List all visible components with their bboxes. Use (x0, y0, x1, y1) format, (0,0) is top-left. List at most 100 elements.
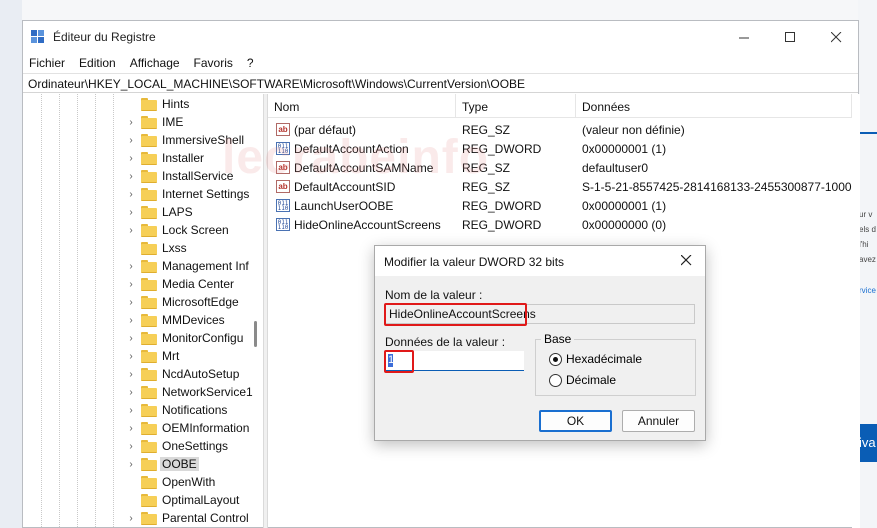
tree-item[interactable]: Hints (125, 95, 254, 113)
background-top-strip (22, 0, 858, 22)
tree-guide-line (113, 94, 114, 528)
ok-button[interactable]: OK (539, 410, 612, 432)
tree-item[interactable]: › OneSettings (125, 437, 254, 455)
column-header-data[interactable]: Données (576, 94, 852, 118)
tree-item[interactable]: OpenWith (125, 473, 254, 491)
value-data-label: Données de la valeur : (385, 335, 506, 349)
chevron-right-icon[interactable]: › (125, 405, 137, 416)
dialog-close-button[interactable] (675, 251, 697, 271)
radio-hexadecimal[interactable]: Hexadécimale (549, 351, 699, 367)
chevron-right-icon[interactable]: › (125, 351, 137, 362)
tree-item-label: NcdAutoSetup (162, 367, 240, 381)
highlight-box (384, 350, 414, 373)
key-tree[interactable]: Hints › IME › ImmersiveShell › Installer › Insta… (23, 94, 254, 528)
menu-edition[interactable]: Edition (73, 53, 124, 73)
chevron-right-icon[interactable]: › (125, 333, 137, 344)
tree-item-label: OOBE (160, 457, 199, 471)
tree-item-label: Mrt (162, 349, 180, 363)
tree-item[interactable]: › Notifications (125, 401, 254, 419)
chevron-right-icon[interactable]: › (125, 513, 137, 524)
tree-item[interactable]: › Parental Control (125, 509, 254, 527)
cancel-button[interactable]: Annuler (622, 410, 695, 432)
folder-icon (141, 476, 157, 489)
background-link[interactable]: rvice (859, 286, 877, 295)
value-name-label: Nom de la valeur : (385, 288, 483, 302)
tree-item[interactable]: › Media Center (125, 275, 254, 293)
menu-bar: Fichier Edition Affichage Favoris ? (23, 53, 858, 73)
highlight-box (384, 303, 527, 326)
dialog-title-bar[interactable]: Modifier la valeur DWORD 32 bits (375, 246, 705, 276)
tree-item-label: Internet Settings (162, 187, 250, 201)
value-data: 0x00000001 (1) (582, 199, 667, 213)
chevron-right-icon[interactable]: › (125, 117, 137, 128)
tree-item[interactable]: › MMDevices (125, 311, 254, 329)
tree-item[interactable]: › NetworkService1 (125, 383, 254, 401)
folder-icon (141, 170, 157, 183)
tree-item[interactable]: › OEMInformation (125, 419, 254, 437)
folder-icon (141, 422, 157, 435)
close-icon (680, 254, 691, 266)
tree-item[interactable]: › Internet Settings (125, 185, 254, 203)
tree-item[interactable]: › LAPS (125, 203, 254, 221)
chevron-right-icon[interactable]: › (125, 225, 137, 236)
chevron-right-icon[interactable]: › (125, 207, 137, 218)
tree-item[interactable]: › MicrosoftEdge (125, 293, 254, 311)
chevron-right-icon[interactable]: › (125, 423, 137, 434)
tree-item-label: OpenWith (162, 475, 216, 489)
column-header-type[interactable]: Type (456, 94, 576, 118)
value-row[interactable]: 011 110 HideOnlineAccountScreens REG_DWORD… (268, 216, 852, 235)
folder-icon (141, 206, 157, 219)
tree-item-label: IME (162, 115, 184, 129)
menu-favoris[interactable]: Favoris (188, 53, 241, 73)
chevron-right-icon[interactable]: › (125, 441, 137, 452)
tree-item[interactable]: › Mrt (125, 347, 254, 365)
chevron-right-icon[interactable]: › (125, 261, 137, 272)
tree-item[interactable]: OptimalLayout (125, 491, 254, 509)
chevron-right-icon[interactable]: › (125, 459, 137, 470)
tree-item-label: Notifications (162, 403, 228, 417)
tree-item[interactable]: › OOBE (125, 455, 254, 473)
background-accent-line (858, 132, 877, 134)
background-text: els d (859, 225, 876, 234)
base-groupbox-title: Base (541, 332, 575, 346)
chevron-right-icon[interactable]: › (125, 297, 137, 308)
value-data: defaultuser0 (582, 161, 649, 175)
title-bar[interactable]: Éditeur du Registre (23, 21, 858, 53)
tree-item[interactable]: › IME (125, 113, 254, 131)
background-button[interactable]: iva (858, 424, 877, 462)
chevron-right-icon[interactable]: › (125, 315, 137, 326)
binary-value-icon: 011 110 (276, 218, 290, 231)
chevron-right-icon[interactable]: › (125, 171, 137, 182)
minimize-button[interactable] (721, 21, 767, 53)
chevron-right-icon[interactable]: › (125, 189, 137, 200)
radio-unchecked-icon (549, 373, 562, 387)
radio-decimal[interactable]: Décimale (549, 372, 699, 388)
close-button[interactable] (813, 21, 859, 53)
values-scrollbar[interactable] (852, 94, 860, 528)
tree-item[interactable]: Lxss (125, 239, 254, 257)
folder-icon (141, 224, 157, 237)
address-bar[interactable]: Ordinateur\HKEY_LOCAL_MACHINE\SOFTWARE\M… (23, 73, 858, 93)
tree-item-label: Lock Screen (162, 223, 229, 237)
tree-item[interactable]: › Lock Screen (125, 221, 254, 239)
chevron-right-icon[interactable]: › (125, 135, 137, 146)
tree-item[interactable]: › MonitorConfigu (125, 329, 254, 347)
column-header-name[interactable]: Nom (268, 94, 456, 118)
menu-fichier[interactable]: Fichier (23, 53, 73, 73)
value-row[interactable]: 011 110 LaunchUserOOBE REG_DWORD 0x00000001… (268, 197, 852, 216)
tree-scrollbar[interactable] (254, 321, 257, 347)
chevron-right-icon[interactable]: › (125, 153, 137, 164)
tree-item[interactable]: › Management Inf (125, 257, 254, 275)
value-data: 0x00000000 (0) (582, 218, 667, 232)
chevron-right-icon[interactable]: › (125, 369, 137, 380)
menu-affichage[interactable]: Affichage (124, 53, 188, 73)
tree-item-label: OneSettings (162, 439, 229, 453)
tree-item[interactable]: › NcdAutoSetup (125, 365, 254, 383)
maximize-button[interactable] (767, 21, 813, 53)
values-header: Nom Type Données (268, 94, 852, 118)
value-data: (valeur non définie) (582, 123, 685, 137)
chevron-right-icon[interactable]: › (125, 387, 137, 398)
menu-help[interactable]: ? (241, 53, 262, 73)
radio-checked-icon (549, 352, 562, 366)
chevron-right-icon[interactable]: › (125, 279, 137, 290)
